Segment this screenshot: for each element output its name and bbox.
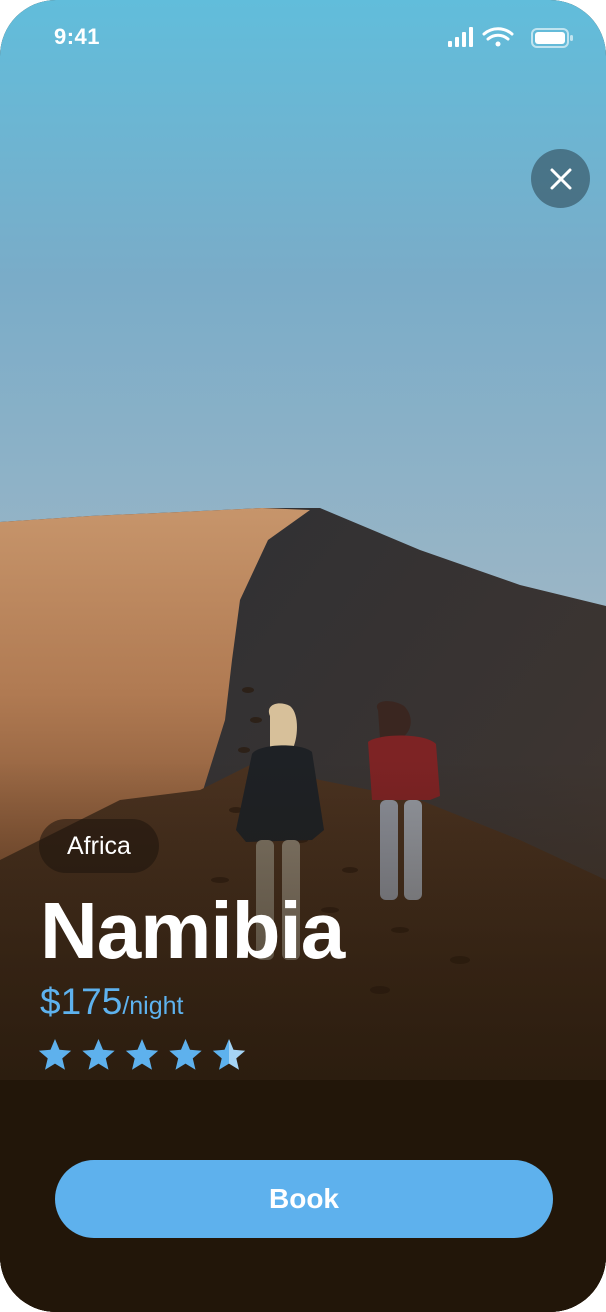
wifi-icon bbox=[482, 27, 514, 47]
battery-icon bbox=[531, 28, 573, 48]
star-full-icon bbox=[82, 1039, 115, 1070]
star-half-icon bbox=[212, 1039, 246, 1070]
status-bar: 9:41 bbox=[0, 0, 606, 78]
close-button[interactable] bbox=[531, 149, 590, 208]
star-full-icon bbox=[125, 1039, 159, 1070]
region-badge: Africa bbox=[39, 819, 159, 873]
star-full-icon bbox=[38, 1039, 72, 1070]
price-amount: $175 bbox=[40, 981, 123, 1022]
screen: 9:41 Africa Namibia $175/night Book bbox=[0, 0, 606, 1312]
cellular-signal-icon bbox=[448, 27, 473, 47]
book-button[interactable]: Book bbox=[55, 1160, 553, 1238]
close-icon bbox=[550, 168, 571, 189]
star-full-icon bbox=[169, 1039, 202, 1070]
price-unit: /night bbox=[122, 992, 184, 1020]
destination-title: Namibia bbox=[40, 886, 345, 975]
hero-image bbox=[0, 0, 606, 1312]
status-time: 9:41 bbox=[54, 24, 101, 49]
status-icons bbox=[448, 27, 573, 48]
price: $175/night bbox=[40, 980, 183, 1024]
star-rating bbox=[38, 1039, 246, 1070]
